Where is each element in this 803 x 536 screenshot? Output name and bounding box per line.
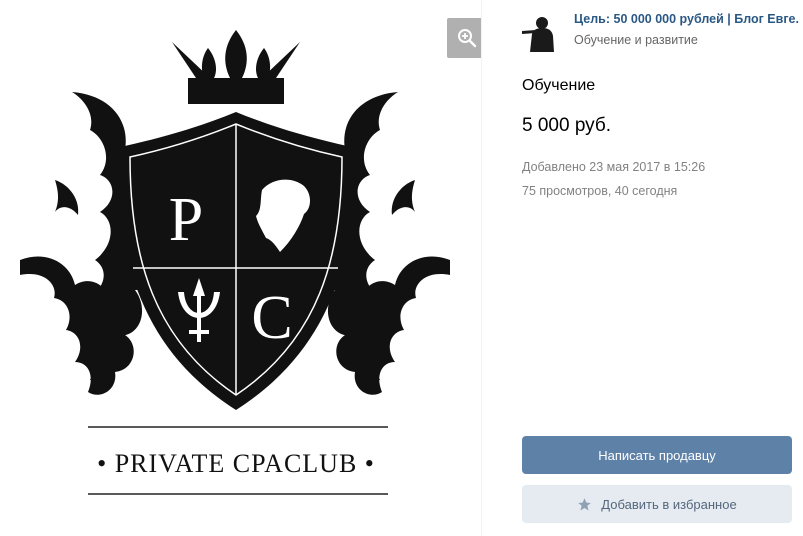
product-image[interactable]: P C • PRIVATE CPACLUB • (0, 0, 487, 536)
crest-logo: P C • PRIVATE CPACLUB • (20, 30, 450, 495)
zoom-in-icon (458, 29, 477, 48)
seller-name-link[interactable]: Цель: 50 000 000 рублей | Блог Евге.. (574, 12, 799, 26)
shield-letter-c: C (251, 284, 292, 352)
item-info-panel: Цель: 50 000 000 рублей | Блог Евге.. Об… (482, 0, 803, 536)
shield-letter-p: P (169, 186, 203, 254)
add-to-favorites-button[interactable]: Добавить в избранное (522, 485, 792, 523)
item-title: Обучение (522, 77, 596, 94)
logo-title: • PRIVATE CPACLUB • (97, 449, 375, 478)
add-to-favorites-label: Добавить в избранное (601, 496, 737, 512)
silhouette-avatar-icon (522, 14, 560, 52)
contact-seller-button[interactable]: Написать продавцу (522, 436, 792, 474)
item-views-count: 75 просмотров, 40 сегодня (522, 184, 678, 198)
seller-category: Обучение и развитие (574, 33, 698, 47)
contact-seller-label: Написать продавцу (598, 447, 716, 463)
star-icon (577, 497, 592, 512)
market-item-view: P C • PRIVATE CPACLUB • Цель: 50 000 000… (0, 0, 803, 536)
item-added-date: Добавлено 23 мая 2017 в 15:26 (522, 160, 706, 174)
seller-avatar[interactable] (522, 14, 560, 52)
item-price: 5 000 руб. (522, 115, 612, 136)
